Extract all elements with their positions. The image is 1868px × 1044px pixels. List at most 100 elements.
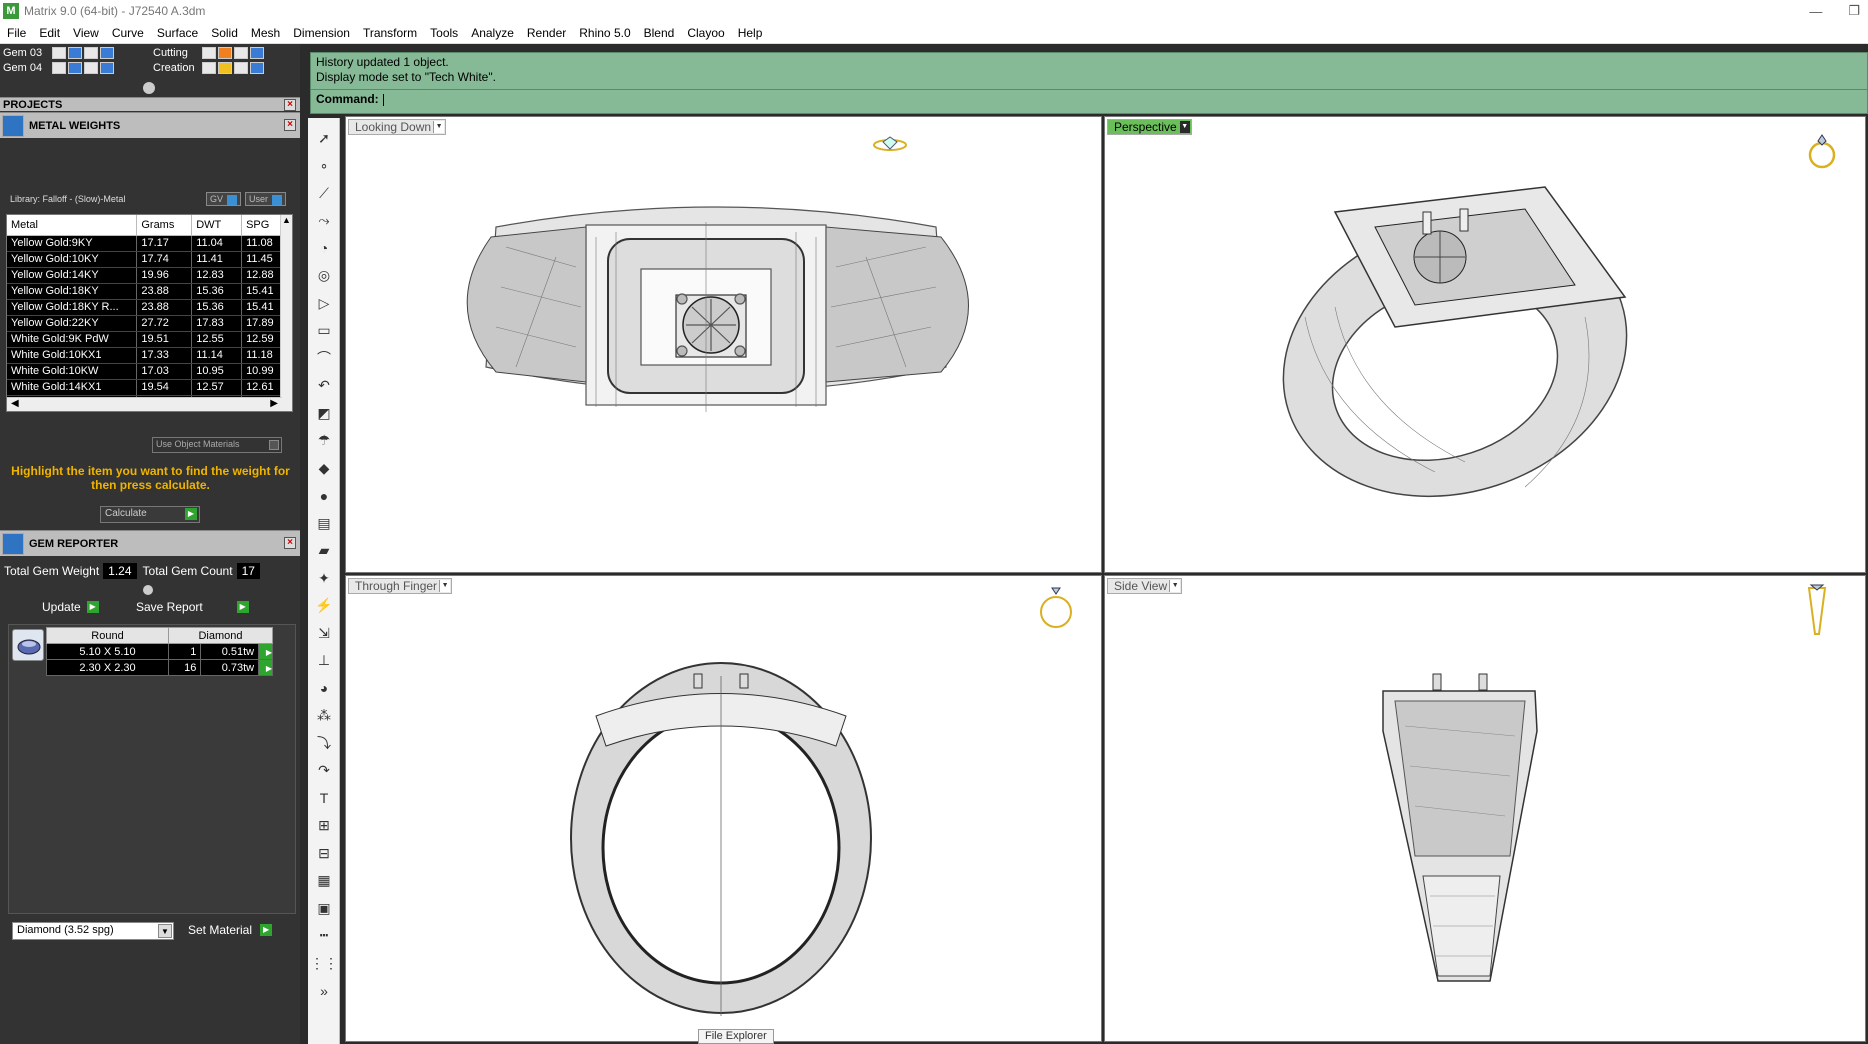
network-icon[interactable]: ⊞: [313, 816, 335, 836]
layer-row[interactable]: Cutting: [150, 46, 266, 60]
metal-weights-table[interactable]: Metal Grams DWT SPG Yellow Gold:9KY 17.17…: [6, 214, 293, 412]
gem-panel-collapse-handle[interactable]: [143, 585, 153, 595]
menu-analyze[interactable]: Analyze: [464, 26, 520, 40]
use-object-materials-checkbox[interactable]: Use Object Materials: [152, 437, 282, 453]
table-row[interactable]: Yellow Gold:22KY 27.72 17.83 17.89: [7, 315, 287, 332]
layer-color-swatch[interactable]: [218, 47, 232, 59]
layer-color-swatch[interactable]: [68, 62, 82, 74]
side-view-cube-icon[interactable]: [1807, 584, 1827, 635]
layer-lock-toggle[interactable]: [234, 62, 248, 74]
sphere-icon[interactable]: ●: [313, 486, 335, 506]
gem-table[interactable]: Round Diamond 5.10 X 5.10 1 0.51tw ▶ 2.3…: [46, 627, 273, 676]
menu-help[interactable]: Help: [731, 26, 769, 40]
revolve-icon[interactable]: ☂: [313, 431, 335, 451]
gem-material-select[interactable]: Diamond (3.52 spg) ▼: [12, 922, 174, 940]
boolean-icon[interactable]: ◕: [313, 678, 335, 698]
gem-icon[interactable]: ✦: [313, 568, 335, 588]
minimize-button[interactable]: —: [1809, 4, 1822, 19]
update-button[interactable]: Update ▶: [36, 599, 99, 617]
file-explorer-tab[interactable]: File Explorer: [698, 1029, 774, 1044]
layer-expand-toggle[interactable]: [52, 62, 66, 74]
select-arrow-icon[interactable]: ➚: [313, 128, 335, 148]
layer-lock-toggle[interactable]: [84, 62, 98, 74]
table-row[interactable]: Yellow Gold:14KY 19.96 12.83 12.88: [7, 267, 287, 284]
rectangle-icon[interactable]: ▭: [313, 321, 335, 341]
column-header-metal[interactable]: Metal: [7, 215, 138, 236]
menu-mesh[interactable]: Mesh: [244, 26, 286, 40]
layer-visibility-toggle[interactable]: [100, 47, 114, 59]
menu-edit[interactable]: Edit: [32, 26, 66, 40]
layer-panel-collapse-handle[interactable]: [143, 82, 155, 94]
command-area[interactable]: History updated 1 object. Display mode s…: [310, 52, 1868, 114]
layer-row[interactable]: Gem 04: [0, 61, 116, 75]
user-toggle[interactable]: User: [245, 192, 287, 206]
text-icon[interactable]: T: [313, 788, 335, 808]
menu-surface[interactable]: Surface: [150, 26, 204, 40]
calculate-button[interactable]: Calculate ▶: [100, 506, 200, 523]
layer-expand-toggle[interactable]: [202, 62, 216, 74]
menu-dimension[interactable]: Dimension: [286, 26, 356, 40]
split-icon[interactable]: ⊥: [313, 651, 335, 671]
table-row[interactable]: White Gold:10KX1 17.33 11.14 11.18: [7, 347, 287, 364]
table-row[interactable]: Yellow Gold:9KY 17.17 11.04 11.08: [7, 235, 287, 252]
layer-visibility-toggle[interactable]: [250, 47, 264, 59]
polygon-icon[interactable]: ▷: [313, 293, 335, 313]
menu-solid[interactable]: Solid: [204, 26, 244, 40]
table-row[interactable]: Yellow Gold:18KY R... 23.88 15.36 15.41: [7, 299, 287, 316]
fillet-curve-icon[interactable]: ↶: [313, 376, 335, 396]
menu-curve[interactable]: Curve: [105, 26, 150, 40]
gv-toggle[interactable]: GV: [206, 192, 242, 206]
grid-icon[interactable]: ⋮⋮: [310, 953, 338, 973]
more-icon[interactable]: »: [313, 981, 335, 1001]
ellipse-icon[interactable]: ◎: [313, 266, 335, 286]
layer-lock-toggle[interactable]: [84, 47, 98, 59]
layer-color-swatch[interactable]: [68, 47, 82, 59]
viewport-perspective[interactable]: Perspective ▼: [1104, 116, 1866, 573]
menu-transform[interactable]: Transform: [356, 26, 423, 40]
front-view-cube-icon[interactable]: [1040, 587, 1072, 628]
perspective-view-cube-icon[interactable]: [1808, 134, 1836, 169]
set-material-button[interactable]: Set Material ▶: [182, 922, 273, 940]
menu-blend[interactable]: Blend: [637, 26, 681, 40]
metal-table-horizontal-scrollbar[interactable]: ◀ ▶: [7, 397, 282, 411]
command-prompt[interactable]: Command:: [311, 89, 1868, 107]
surface-icon[interactable]: ◩: [313, 403, 335, 423]
polyline-icon[interactable]: ⟋: [313, 183, 335, 203]
menu-file[interactable]: File: [0, 26, 32, 40]
menu-clayoo[interactable]: Clayoo: [680, 26, 730, 40]
menu-rhino[interactable]: Rhino 5.0: [572, 26, 636, 40]
layer-visibility-toggle[interactable]: [100, 62, 114, 74]
select-gem-arrow-icon[interactable]: ▶: [258, 643, 273, 660]
table-row[interactable]: White Gold:9K PdW 19.51 12.55 12.59: [7, 331, 287, 348]
table-row[interactable]: 2.30 X 2.30 16 0.73tw ▶: [46, 659, 273, 676]
cylinder-icon[interactable]: ▤: [313, 513, 335, 533]
metal-table-vertical-scrollbar[interactable]: ▲: [280, 215, 292, 411]
curve-offset-icon[interactable]: ⤵: [313, 733, 335, 753]
table-row[interactable]: Yellow Gold:18KY 23.88 15.36 15.41: [7, 283, 287, 300]
restore-button[interactable]: ❐: [1848, 3, 1860, 19]
gem-list[interactable]: Round Diamond 5.10 X 5.10 1 0.51tw ▶ 2.3…: [8, 624, 296, 914]
viewport-through-finger[interactable]: Through Finger ▼: [345, 575, 1102, 1042]
box-icon[interactable]: ◆: [313, 458, 335, 478]
transform-icon[interactable]: ⇲: [313, 623, 335, 643]
menu-tools[interactable]: Tools: [423, 26, 464, 40]
circle-icon[interactable]: ◔: [313, 238, 335, 258]
arc-blend-icon[interactable]: ↷: [313, 761, 335, 781]
save-report-button[interactable]: Save Report ▶: [130, 599, 249, 617]
table-row[interactable]: White Gold:10KW 17.03 10.95 10.99: [7, 363, 287, 380]
column-header-dwt[interactable]: DWT: [191, 215, 243, 236]
array-icon[interactable]: ⊟: [313, 843, 335, 863]
menu-render[interactable]: Render: [520, 26, 572, 40]
viewport-side-view[interactable]: Side View ▼: [1104, 575, 1866, 1042]
column-header-grams[interactable]: Grams: [136, 215, 193, 236]
table-row[interactable]: 5.10 X 5.10 1 0.51tw ▶: [46, 643, 273, 660]
layer-expand-toggle[interactable]: [202, 47, 216, 59]
table-row[interactable]: White Gold:14KX1 19.54 12.57 12.61: [7, 379, 287, 396]
layer-color-swatch[interactable]: [218, 62, 232, 74]
lightning-icon[interactable]: ⚡: [313, 596, 335, 616]
group-icon[interactable]: ⁂: [313, 706, 335, 726]
plane-icon[interactable]: ▰: [313, 541, 335, 561]
gem-reporter-close-icon[interactable]: ×: [284, 537, 296, 549]
menu-view[interactable]: View: [66, 26, 105, 40]
point-icon[interactable]: ∘: [313, 156, 335, 176]
